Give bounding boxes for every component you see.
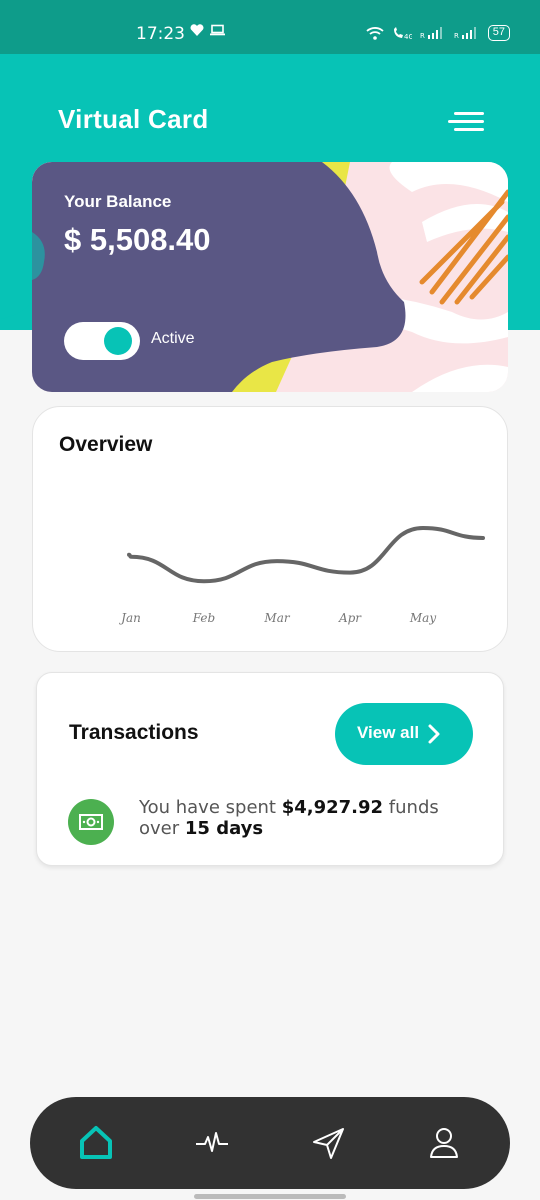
profile-icon (430, 1128, 458, 1158)
menu-line (454, 128, 484, 131)
view-all-label: View all (357, 723, 420, 742)
menu-line (448, 120, 484, 123)
toggle-knob (104, 327, 132, 355)
balance-amount: $ 5,508.40 (64, 222, 211, 257)
menu-line (454, 112, 484, 115)
signal-icon: R (454, 27, 476, 39)
app-screen: 17:23 4G R R 57 Virtual Card Your Balanc… (0, 0, 540, 1200)
heart-icon (190, 24, 204, 36)
activity-icon (196, 1132, 228, 1152)
status-bar: 17:23 4G R R 57 (0, 0, 540, 54)
overview-title: Overview (59, 433, 153, 456)
wifi-icon (366, 26, 384, 40)
active-toggle[interactable] (64, 322, 140, 360)
bottom-nav (30, 1097, 510, 1189)
chevron-right-icon (428, 724, 440, 744)
overview-card: Jan Feb Mar Apr May Overview (32, 406, 508, 652)
nav-profile[interactable] (422, 1121, 466, 1165)
x-tick-label: Feb (192, 611, 215, 625)
battery-icon: 57 (487, 25, 510, 41)
status-left-icons (190, 24, 225, 36)
status-right: 4G R R 57 (366, 25, 510, 41)
transactions-title: Transactions (69, 721, 199, 744)
svg-text:R: R (420, 32, 425, 39)
money-icon (68, 799, 114, 845)
home-icon (80, 1126, 112, 1159)
summary-period: 15 days (184, 818, 264, 839)
toggle-label: Active (151, 330, 195, 347)
menu-button[interactable] (448, 108, 484, 134)
call-icon: 4G (393, 26, 412, 40)
x-tick-label: May (409, 611, 436, 625)
transactions-card: Transactions View all You have spent $4,… (36, 672, 504, 866)
view-all-button[interactable]: View all (335, 703, 473, 765)
balance-card[interactable]: Your Balance $ 5,508.40 Active (32, 162, 508, 392)
x-tick-label: Apr (338, 611, 362, 625)
svg-text:R: R (454, 32, 459, 39)
summary-prefix: You have spent (139, 797, 282, 818)
spending-summary: You have spent $4,927.92 funds over 15 d… (139, 797, 479, 839)
chart-line (127, 525, 485, 584)
balance-label: Your Balance (64, 192, 172, 211)
page-title: Virtual Card (58, 104, 209, 134)
nav-send[interactable] (306, 1121, 350, 1165)
send-icon (313, 1128, 344, 1159)
signal-icon: R (420, 27, 442, 39)
status-time: 17:23 (136, 24, 185, 44)
laptop-icon (210, 24, 225, 36)
summary-amount: $4,927.92 (281, 797, 384, 818)
nav-activity[interactable] (190, 1121, 234, 1165)
x-tick-label: Jan (118, 611, 141, 625)
x-tick-label: Mar (263, 611, 290, 625)
home-indicator (194, 1194, 346, 1199)
svg-text:4G: 4G (404, 33, 412, 40)
nav-home[interactable] (74, 1121, 118, 1165)
